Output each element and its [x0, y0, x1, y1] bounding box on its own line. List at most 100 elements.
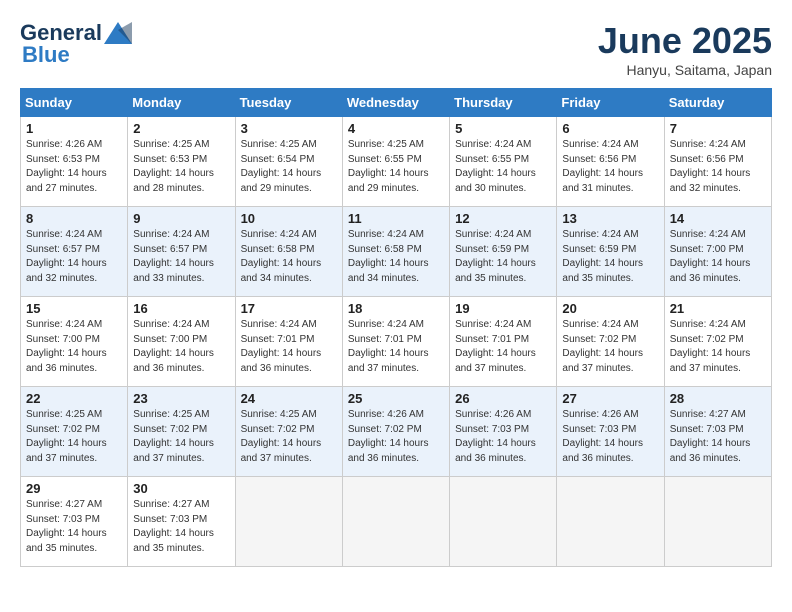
day-info: Sunrise: 4:25 AMSunset: 7:02 PMDaylight:… — [133, 408, 229, 466]
calendar-cell: 15 Sunrise: 4:24 AMSunset: 7:00 PMDaylig… — [21, 297, 128, 387]
day-info: Sunrise: 4:24 AMSunset: 6:59 PMDaylight:… — [455, 228, 551, 286]
day-info: Sunrise: 4:24 AMSunset: 7:01 PMDaylight:… — [455, 318, 551, 376]
day-info: Sunrise: 4:26 AMSunset: 6:53 PMDaylight:… — [26, 138, 122, 196]
day-info: Sunrise: 4:24 AMSunset: 6:58 PMDaylight:… — [241, 228, 337, 286]
day-info: Sunrise: 4:24 AMSunset: 6:59 PMDaylight:… — [562, 228, 658, 286]
calendar-week-1: 1 Sunrise: 4:26 AMSunset: 6:53 PMDayligh… — [21, 117, 772, 207]
calendar-cell: 25 Sunrise: 4:26 AMSunset: 7:02 PMDaylig… — [342, 387, 449, 477]
day-number: 17 — [241, 301, 337, 316]
calendar-cell: 24 Sunrise: 4:25 AMSunset: 7:02 PMDaylig… — [235, 387, 342, 477]
day-info: Sunrise: 4:27 AMSunset: 7:03 PMDaylight:… — [133, 498, 229, 556]
logo-blue-text: Blue — [22, 42, 70, 68]
calendar-cell: 26 Sunrise: 4:26 AMSunset: 7:03 PMDaylig… — [450, 387, 557, 477]
day-number: 12 — [455, 211, 551, 226]
day-info: Sunrise: 4:24 AMSunset: 7:02 PMDaylight:… — [670, 318, 766, 376]
calendar-cell — [235, 477, 342, 567]
day-number: 8 — [26, 211, 122, 226]
calendar-cell: 6 Sunrise: 4:24 AMSunset: 6:56 PMDayligh… — [557, 117, 664, 207]
day-info: Sunrise: 4:24 AMSunset: 6:55 PMDaylight:… — [455, 138, 551, 196]
calendar-body: 1 Sunrise: 4:26 AMSunset: 6:53 PMDayligh… — [21, 117, 772, 567]
calendar-cell — [450, 477, 557, 567]
calendar-table: SundayMondayTuesdayWednesdayThursdayFrid… — [20, 88, 772, 567]
calendar-cell: 30 Sunrise: 4:27 AMSunset: 7:03 PMDaylig… — [128, 477, 235, 567]
day-header-wednesday: Wednesday — [342, 89, 449, 117]
day-number: 10 — [241, 211, 337, 226]
day-header-friday: Friday — [557, 89, 664, 117]
day-number: 7 — [670, 121, 766, 136]
calendar-cell: 5 Sunrise: 4:24 AMSunset: 6:55 PMDayligh… — [450, 117, 557, 207]
calendar-cell: 18 Sunrise: 4:24 AMSunset: 7:01 PMDaylig… — [342, 297, 449, 387]
day-number: 23 — [133, 391, 229, 406]
calendar-header-row: SundayMondayTuesdayWednesdayThursdayFrid… — [21, 89, 772, 117]
calendar-cell: 13 Sunrise: 4:24 AMSunset: 6:59 PMDaylig… — [557, 207, 664, 297]
day-info: Sunrise: 4:26 AMSunset: 7:03 PMDaylight:… — [455, 408, 551, 466]
day-number: 13 — [562, 211, 658, 226]
calendar-cell: 12 Sunrise: 4:24 AMSunset: 6:59 PMDaylig… — [450, 207, 557, 297]
calendar-cell: 4 Sunrise: 4:25 AMSunset: 6:55 PMDayligh… — [342, 117, 449, 207]
day-header-sunday: Sunday — [21, 89, 128, 117]
calendar-cell — [664, 477, 771, 567]
day-info: Sunrise: 4:24 AMSunset: 7:00 PMDaylight:… — [26, 318, 122, 376]
day-number: 6 — [562, 121, 658, 136]
calendar-cell — [557, 477, 664, 567]
day-number: 1 — [26, 121, 122, 136]
day-number: 3 — [241, 121, 337, 136]
calendar-cell: 3 Sunrise: 4:25 AMSunset: 6:54 PMDayligh… — [235, 117, 342, 207]
day-number: 25 — [348, 391, 444, 406]
day-info: Sunrise: 4:27 AMSunset: 7:03 PMDaylight:… — [670, 408, 766, 466]
day-number: 11 — [348, 211, 444, 226]
day-number: 21 — [670, 301, 766, 316]
location: Hanyu, Saitama, Japan — [598, 62, 772, 78]
day-number: 14 — [670, 211, 766, 226]
day-info: Sunrise: 4:25 AMSunset: 6:55 PMDaylight:… — [348, 138, 444, 196]
day-number: 5 — [455, 121, 551, 136]
calendar-week-4: 22 Sunrise: 4:25 AMSunset: 7:02 PMDaylig… — [21, 387, 772, 477]
day-info: Sunrise: 4:24 AMSunset: 6:57 PMDaylight:… — [26, 228, 122, 286]
day-info: Sunrise: 4:24 AMSunset: 6:56 PMDaylight:… — [562, 138, 658, 196]
day-info: Sunrise: 4:25 AMSunset: 7:02 PMDaylight:… — [241, 408, 337, 466]
day-number: 9 — [133, 211, 229, 226]
calendar-week-5: 29 Sunrise: 4:27 AMSunset: 7:03 PMDaylig… — [21, 477, 772, 567]
calendar-cell: 23 Sunrise: 4:25 AMSunset: 7:02 PMDaylig… — [128, 387, 235, 477]
day-number: 30 — [133, 481, 229, 496]
calendar-cell: 14 Sunrise: 4:24 AMSunset: 7:00 PMDaylig… — [664, 207, 771, 297]
day-info: Sunrise: 4:24 AMSunset: 7:02 PMDaylight:… — [562, 318, 658, 376]
day-number: 4 — [348, 121, 444, 136]
day-info: Sunrise: 4:25 AMSunset: 7:02 PMDaylight:… — [26, 408, 122, 466]
title-block: June 2025 Hanyu, Saitama, Japan — [598, 20, 772, 78]
day-number: 18 — [348, 301, 444, 316]
calendar-cell: 22 Sunrise: 4:25 AMSunset: 7:02 PMDaylig… — [21, 387, 128, 477]
day-info: Sunrise: 4:26 AMSunset: 7:02 PMDaylight:… — [348, 408, 444, 466]
day-info: Sunrise: 4:24 AMSunset: 7:01 PMDaylight:… — [241, 318, 337, 376]
calendar-cell: 28 Sunrise: 4:27 AMSunset: 7:03 PMDaylig… — [664, 387, 771, 477]
day-number: 2 — [133, 121, 229, 136]
day-info: Sunrise: 4:24 AMSunset: 7:01 PMDaylight:… — [348, 318, 444, 376]
calendar-cell: 10 Sunrise: 4:24 AMSunset: 6:58 PMDaylig… — [235, 207, 342, 297]
logo-icon — [104, 22, 132, 44]
day-number: 16 — [133, 301, 229, 316]
calendar-cell: 27 Sunrise: 4:26 AMSunset: 7:03 PMDaylig… — [557, 387, 664, 477]
calendar-cell: 2 Sunrise: 4:25 AMSunset: 6:53 PMDayligh… — [128, 117, 235, 207]
calendar-cell: 21 Sunrise: 4:24 AMSunset: 7:02 PMDaylig… — [664, 297, 771, 387]
day-info: Sunrise: 4:24 AMSunset: 6:58 PMDaylight:… — [348, 228, 444, 286]
calendar-cell: 16 Sunrise: 4:24 AMSunset: 7:00 PMDaylig… — [128, 297, 235, 387]
day-header-tuesday: Tuesday — [235, 89, 342, 117]
day-number: 29 — [26, 481, 122, 496]
day-header-saturday: Saturday — [664, 89, 771, 117]
day-info: Sunrise: 4:24 AMSunset: 6:57 PMDaylight:… — [133, 228, 229, 286]
calendar-cell: 9 Sunrise: 4:24 AMSunset: 6:57 PMDayligh… — [128, 207, 235, 297]
calendar-cell: 11 Sunrise: 4:24 AMSunset: 6:58 PMDaylig… — [342, 207, 449, 297]
page-header: General Blue June 2025 Hanyu, Saitama, J… — [20, 20, 772, 78]
day-info: Sunrise: 4:25 AMSunset: 6:54 PMDaylight:… — [241, 138, 337, 196]
day-number: 28 — [670, 391, 766, 406]
day-info: Sunrise: 4:26 AMSunset: 7:03 PMDaylight:… — [562, 408, 658, 466]
day-info: Sunrise: 4:25 AMSunset: 6:53 PMDaylight:… — [133, 138, 229, 196]
logo: General Blue — [20, 20, 132, 68]
day-header-thursday: Thursday — [450, 89, 557, 117]
calendar-week-3: 15 Sunrise: 4:24 AMSunset: 7:00 PMDaylig… — [21, 297, 772, 387]
month-title: June 2025 — [598, 20, 772, 62]
calendar-week-2: 8 Sunrise: 4:24 AMSunset: 6:57 PMDayligh… — [21, 207, 772, 297]
calendar-cell: 7 Sunrise: 4:24 AMSunset: 6:56 PMDayligh… — [664, 117, 771, 207]
day-info: Sunrise: 4:24 AMSunset: 7:00 PMDaylight:… — [670, 228, 766, 286]
day-number: 19 — [455, 301, 551, 316]
